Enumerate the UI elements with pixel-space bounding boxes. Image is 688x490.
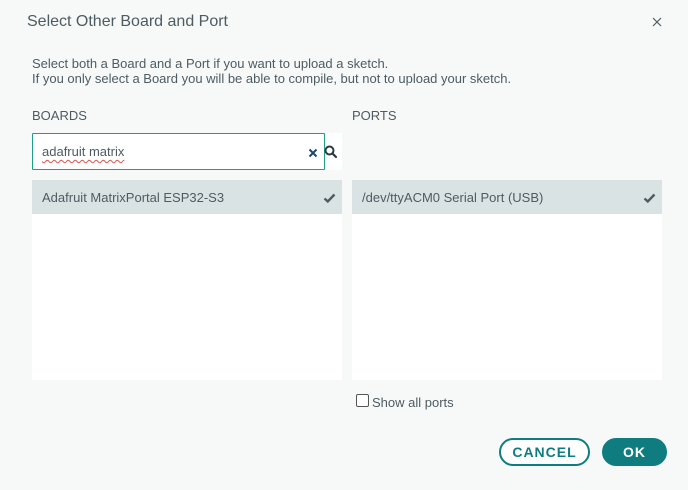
board-item[interactable]: Adafruit MatrixPortal ESP32-S3: [32, 180, 342, 214]
search-icon: [324, 145, 338, 159]
dialog-title: Select Other Board and Port: [27, 13, 228, 30]
close-button[interactable]: [648, 14, 666, 32]
board-item-label: Adafruit MatrixPortal ESP32-S3: [42, 190, 225, 205]
port-item[interactable]: /dev/ttyACM0 Serial Port (USB): [352, 180, 662, 214]
ports-label: PORTS: [352, 108, 397, 123]
board-search: adafruit matrix: [32, 133, 342, 170]
clear-icon[interactable]: [307, 146, 319, 158]
check-icon: [323, 191, 336, 204]
boards-list: Adafruit MatrixPortal ESP32-S3: [32, 180, 342, 380]
show-all-ports-checkbox[interactable]: [356, 394, 369, 407]
show-all-ports-toggle[interactable]: Show all ports: [356, 393, 454, 410]
board-search-value: adafruit matrix: [42, 144, 125, 159]
show-all-ports-label: Show all ports: [372, 395, 454, 410]
ok-button[interactable]: OK: [602, 438, 667, 466]
description-line-1: Select both a Board and a Port if you wa…: [32, 56, 389, 71]
cancel-button[interactable]: CANCEL: [499, 438, 590, 466]
check-icon: [643, 191, 656, 204]
description-line-2: If you only select a Board you will be a…: [32, 71, 512, 86]
port-item-label: /dev/ttyACM0 Serial Port (USB): [362, 190, 544, 205]
ports-list: /dev/ttyACM0 Serial Port (USB): [352, 180, 662, 380]
dialog-description: Select both a Board and a Port if you wa…: [32, 56, 511, 86]
board-search-input[interactable]: adafruit matrix: [32, 133, 325, 170]
select-board-port-dialog: Select Other Board and Port Select both …: [0, 0, 688, 490]
close-icon: [652, 14, 662, 32]
boards-label: BOARDS: [32, 108, 87, 123]
